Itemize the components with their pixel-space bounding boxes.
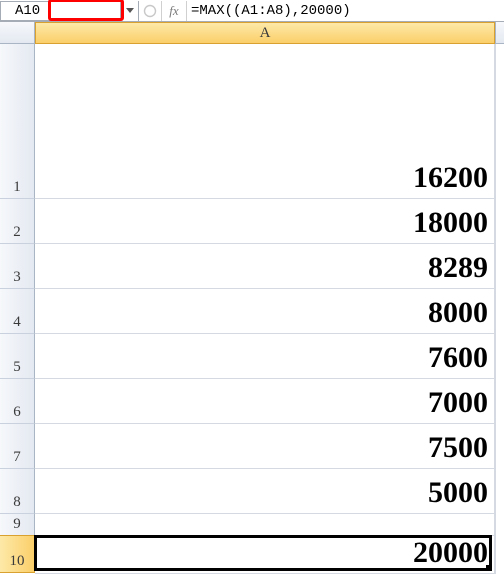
cell-A1[interactable]: 16200 xyxy=(35,44,495,199)
cell-value: 5000 xyxy=(428,476,488,510)
row-header-3[interactable]: 3 xyxy=(0,244,35,289)
cells-stub xyxy=(495,44,504,574)
row-header-4[interactable]: 4 xyxy=(0,289,35,334)
cell-value: 18000 xyxy=(413,206,488,240)
row-header-9[interactable]: 9 xyxy=(0,514,35,536)
fx-label[interactable]: fx xyxy=(161,1,187,21)
cell-A9[interactable] xyxy=(35,514,495,536)
cell-value: 7500 xyxy=(428,431,488,465)
row-header-8[interactable]: 8 xyxy=(0,469,35,514)
cells-area: 16200 18000 8289 8000 7600 7000 7500 5000 20000 xyxy=(35,44,495,574)
row-header-label: 8 xyxy=(13,494,21,511)
fx-text: fx xyxy=(169,3,178,19)
cell-A2[interactable]: 18000 xyxy=(35,199,495,244)
column-header-stub xyxy=(495,22,504,44)
formula-bar: A10 fx =MAX((A1:A8),20000) xyxy=(0,0,504,22)
column-header-A[interactable]: A xyxy=(35,22,495,44)
row-header-2[interactable]: 2 xyxy=(0,199,35,244)
row-header-7[interactable]: 7 xyxy=(0,424,35,469)
cell-A8[interactable]: 5000 xyxy=(35,469,495,514)
cell-A5[interactable]: 7600 xyxy=(35,334,495,379)
row-header-label: 2 xyxy=(13,224,21,241)
chevron-down-icon xyxy=(126,8,134,13)
row-header-label: 9 xyxy=(13,516,21,533)
cell-A10[interactable]: 20000 xyxy=(35,536,495,574)
cell-value: 8000 xyxy=(428,296,488,330)
select-all-corner[interactable] xyxy=(0,22,35,44)
cell-A3[interactable]: 8289 xyxy=(35,244,495,289)
row-header-label: 3 xyxy=(13,269,21,286)
row-header-label: 6 xyxy=(13,404,21,421)
cancel-formula-button[interactable] xyxy=(139,1,161,21)
row-header-10[interactable]: 10 xyxy=(0,535,35,573)
row-header-label: 1 xyxy=(13,179,21,196)
row-header-label: 5 xyxy=(13,359,21,376)
cancel-icon xyxy=(143,4,157,18)
row-header-label: 7 xyxy=(13,449,21,466)
row-header-1[interactable]: 1 xyxy=(0,44,35,199)
cell-value: 16200 xyxy=(413,161,488,195)
cell-value: 7000 xyxy=(428,386,488,420)
cell-value: 20000 xyxy=(413,536,488,570)
row-headers: 1 2 3 4 5 6 7 8 9 10 xyxy=(0,44,35,573)
cell-A7[interactable]: 7500 xyxy=(35,424,495,469)
cell-A6[interactable]: 7000 xyxy=(35,379,495,424)
name-box[interactable]: A10 xyxy=(0,1,121,21)
name-box-value: A10 xyxy=(15,3,40,19)
row-header-6[interactable]: 6 xyxy=(0,379,35,424)
formula-input[interactable]: =MAX((A1:A8),20000) xyxy=(187,1,504,21)
name-box-dropdown[interactable] xyxy=(121,1,139,21)
row-header-label: 4 xyxy=(13,314,21,331)
cell-A4[interactable]: 8000 xyxy=(35,289,495,334)
column-header-label: A xyxy=(260,25,271,42)
row-header-5[interactable]: 5 xyxy=(0,334,35,379)
row-header-label: 10 xyxy=(10,553,25,570)
cell-value: 8289 xyxy=(428,251,488,285)
cell-value: 7600 xyxy=(428,341,488,375)
formula-text: =MAX((A1:A8),20000) xyxy=(191,3,351,19)
